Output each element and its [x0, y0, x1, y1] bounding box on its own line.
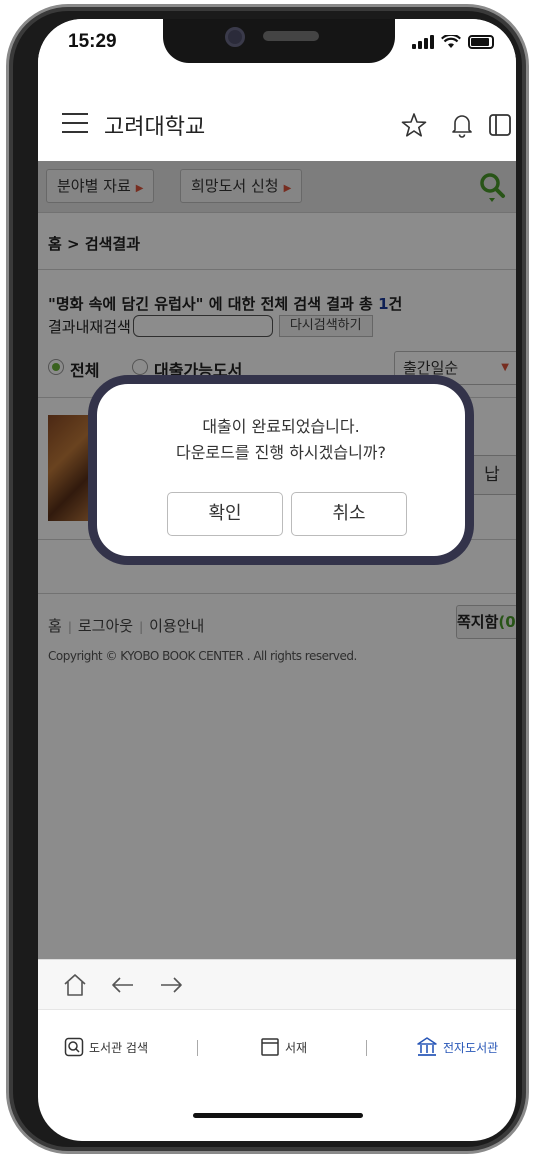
tab-e-library[interactable]: 전자도서관	[416, 1034, 498, 1060]
status-time: 15:29	[68, 31, 117, 52]
library-icon	[417, 1037, 437, 1056]
app-header: 고려대학교	[38, 85, 516, 161]
status-bar: 15:29	[38, 19, 516, 85]
loan-complete-dialog: 대출이 완료되었습니다. 다운로드를 진행 하시겠습니까? 확인 취소	[88, 375, 474, 565]
tabs-icon[interactable]	[486, 111, 514, 139]
app-title: 고려대학교	[104, 115, 206, 140]
wifi-icon	[441, 35, 461, 48]
bell-icon[interactable]	[448, 111, 476, 139]
phone-frame: 15:29 고려대학교 분야별 자료 ▶ 희망도서 신청 ▶ 홈 > 검색결과 …	[6, 4, 529, 1154]
camera-icon	[225, 27, 245, 47]
tab-divider	[197, 1040, 198, 1056]
signal-icon	[412, 35, 434, 49]
book-icon	[261, 1038, 279, 1056]
home-indicator	[193, 1113, 363, 1118]
tab-bookshelf[interactable]: 서재	[260, 1034, 307, 1060]
tab-divider	[366, 1040, 367, 1056]
home-icon[interactable]	[60, 970, 90, 1000]
browser-toolbar	[38, 959, 516, 1009]
back-arrow-icon[interactable]	[108, 970, 138, 1000]
speaker-icon	[263, 31, 319, 41]
battery-icon	[468, 35, 494, 49]
phone-screen: 15:29 고려대학교 분야별 자료 ▶ 희망도서 신청 ▶ 홈 > 검색결과 …	[38, 19, 516, 1141]
cancel-button[interactable]: 취소	[291, 492, 407, 536]
web-content: 분야별 자료 ▶ 희망도서 신청 ▶ 홈 > 검색결과 "명화 속에 담긴 유럽사"…	[38, 161, 516, 959]
tab-library-search[interactable]: 도서관 검색	[64, 1034, 148, 1060]
forward-arrow-icon[interactable]	[156, 970, 186, 1000]
search-icon	[64, 1037, 84, 1057]
status-icons	[412, 35, 494, 49]
notch	[163, 19, 395, 63]
menu-icon[interactable]	[62, 113, 88, 133]
bottom-tab-bar: 도서관 검색 서재 전자도서관	[38, 1009, 516, 1095]
dialog-message: 대출이 완료되었습니다. 다운로드를 진행 하시겠습니까?	[175, 417, 387, 462]
star-icon[interactable]	[400, 111, 428, 139]
confirm-button[interactable]: 확인	[167, 492, 283, 536]
